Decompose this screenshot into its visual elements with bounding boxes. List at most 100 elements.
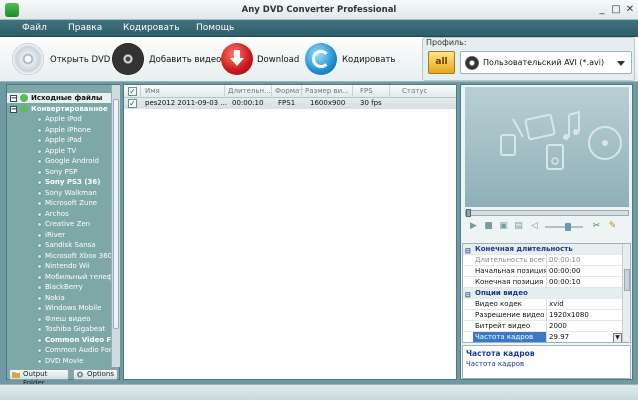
maximize-button[interactable]: □ [610,4,622,16]
volume-knob[interactable] [565,223,571,231]
tree-item[interactable]: Apple TV [7,146,111,156]
device-icon [37,180,42,185]
expand-toggle-icon[interactable]: − [10,105,17,113]
seek-slider[interactable] [465,209,629,217]
tree-item-label: Скачанное [31,366,74,367]
property-row[interactable]: Видео кодек xvid [463,299,622,310]
column-name[interactable]: Имя [145,87,160,95]
tree-group-converted[interactable]: − Конвертированное [7,104,111,114]
properties-scrollbar-thumb[interactable] [624,269,630,291]
folder-icon[interactable]: ▤ [513,221,524,232]
tree-item[interactable]: Sony Walkman [7,188,111,198]
property-value[interactable]: 00:00:10 [549,277,580,288]
tree-item[interactable]: Флеш видео [7,314,111,324]
tree-root-source-files[interactable]: − Исходные файлы [7,93,111,103]
tree-item[interactable]: iRiver [7,230,111,240]
output-folder-button[interactable]: Output Folder [9,369,69,387]
property-row[interactable]: Длительность всег... 00:00:10 [463,255,622,266]
minimize-button[interactable]: _ [596,4,608,16]
tree-item[interactable]: Microsoft Xbox 360 [7,251,111,261]
tree-item[interactable]: Apple iPhone [7,125,111,135]
tree-item-label: Sony PSP [45,167,78,176]
tree-item[interactable]: Sandisk Sansa [7,240,111,250]
expand-toggle-icon[interactable]: − [10,95,17,102]
volume-slider[interactable] [545,223,583,231]
tree-item-label: Мобильный телефон [45,272,111,281]
profile-select[interactable]: Пользовательский AVI (*.avi) [460,51,632,74]
source-tree: − Исходные файлы − Конвертированное Apple iP… [7,85,111,367]
download-icon [221,43,253,75]
category-duration[interactable]: ⊟ Конечная длительность [463,244,622,255]
tree-item[interactable]: Toshiba Gigabeat [7,324,111,334]
property-row[interactable]: Конечная позиция 00:00:10 [463,277,622,288]
tree-item[interactable]: Apple iPad [7,135,111,145]
tree-scrollbar-thumb[interactable] [113,99,119,329]
property-row[interactable]: Разрешение видео 1920x1080 [463,310,622,321]
source-tree-panel: − Исходные файлы − Конвертированное Apple iP… [6,84,120,387]
tree-item[interactable]: Microsoft Zune [7,198,111,208]
chevron-down-icon[interactable]: ▼ [613,333,622,342]
open-dvd-label: Открыть DVD [50,55,111,65]
open-dvd-button[interactable]: Открыть DVD [12,43,110,75]
menu-file[interactable]: Файл [22,23,47,33]
property-value[interactable]: 1920x1080 [549,310,589,321]
download-button[interactable]: Download [221,43,299,75]
tree-item[interactable]: Common Video Formats [7,335,111,345]
device-icon [37,306,42,311]
tree-item[interactable]: Nintendo Wii [7,261,111,271]
device-icon [37,222,42,227]
table-row[interactable]: ✓ pes2012 2011-09-03 ... 00:00:10 FPS1 1… [124,98,456,109]
chevron-down-icon [617,61,625,66]
device-icon [37,264,42,269]
menu-encode[interactable]: Кодировать [123,23,180,33]
category-video[interactable]: ⊟ Опции видео [463,288,622,299]
property-row-selected[interactable]: Частота кадров 29.97 [463,332,622,342]
volume-icon[interactable]: ◁ [529,221,540,232]
close-button[interactable]: ✕ [624,4,636,16]
tree-item[interactable]: Nokia [7,293,111,303]
column-video-size[interactable]: Размер ви... [305,87,349,95]
add-video-button[interactable]: Добавить видео [112,43,221,75]
tree-item[interactable]: Мобильный телефон [7,272,111,282]
tree-item[interactable]: Google Android [7,156,111,166]
tree-item[interactable]: Creative Zen [7,219,111,229]
device-icon [37,211,42,217]
property-row[interactable]: Битрейт видео 2000 [463,321,622,332]
tree-group-downloaded[interactable]: −Скачанное [7,366,111,367]
tree-item[interactable]: Archos [7,209,111,219]
file-list-panel: ✓ Имя Длительн... Формат Размер ви... FP… [123,84,457,380]
column-status[interactable]: Статус [402,87,427,95]
seek-knob[interactable] [466,209,471,217]
encode-button[interactable]: Кодировать [305,43,395,75]
menu-help[interactable]: Помощь [196,23,234,33]
properties-scrollbar[interactable] [622,244,630,342]
tree-item[interactable]: BlackBerry [7,282,111,292]
effects-wand-icon[interactable]: ✎ [607,221,618,232]
options-button[interactable]: Options [73,369,118,380]
property-value[interactable]: 2000 [549,321,567,332]
menu-edit[interactable]: Правка [68,23,102,33]
profile-category-icon[interactable]: all [428,51,455,74]
tree-item[interactable]: Windows Mobile [7,303,111,313]
row-checkbox[interactable]: ✓ [128,99,137,108]
property-value[interactable]: 29.97 [549,332,569,342]
snapshot-icon[interactable]: ▣ [498,221,509,232]
tree-item[interactable]: Apple iPod [7,114,111,124]
stop-icon[interactable]: ■ [483,221,494,232]
column-duration[interactable]: Длительн... [228,87,271,95]
tree-item[interactable]: Sony PSP [7,167,111,177]
property-value[interactable]: 00:00:00 [549,266,580,277]
column-format[interactable]: Формат [275,87,303,95]
property-row[interactable]: Начальная позиция 00:00:00 [463,266,622,277]
device-icon [37,295,42,301]
play-icon[interactable]: ▶ [468,221,479,232]
scissors-icon[interactable]: ✂ [591,221,602,232]
select-all-checkbox[interactable]: ✓ [128,87,137,96]
tree-item[interactable]: Sony PS3 (36) [7,177,111,187]
column-fps[interactable]: FPS [360,87,373,95]
tree-item[interactable]: DVD Movie [7,356,111,366]
title-bar: Any DVD Converter Professional _ □ ✕ [0,0,638,20]
tree-item[interactable]: Common Audio Formats [7,345,111,355]
property-value[interactable]: xvid [549,299,564,310]
tree-scrollbar[interactable] [111,85,120,367]
